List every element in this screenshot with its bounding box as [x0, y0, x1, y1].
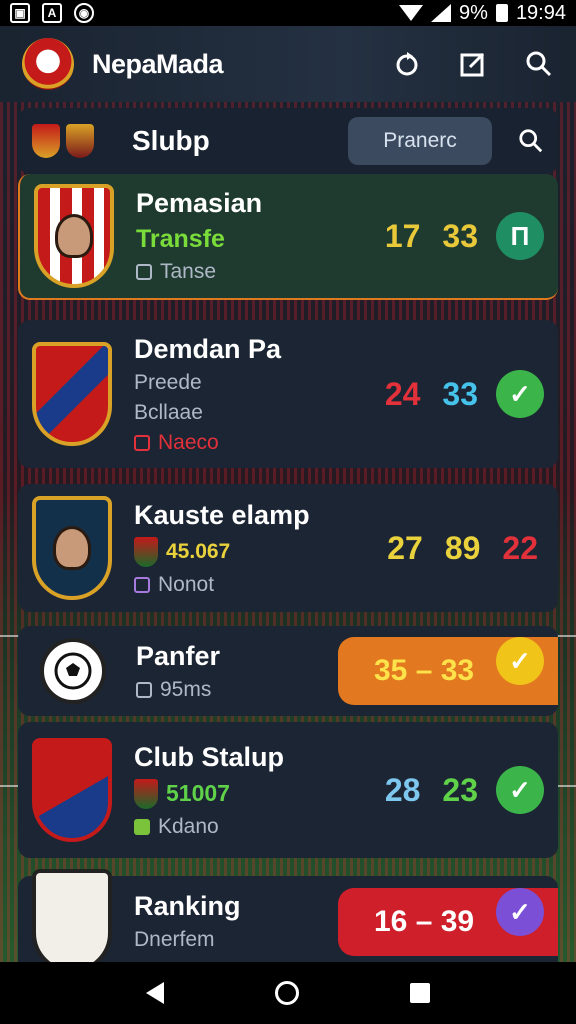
score-pill[interactable]: 16 – 39 ✓ [338, 888, 558, 956]
check-button[interactable]: ✓ [496, 888, 544, 936]
check-button[interactable]: ✓ [496, 637, 544, 685]
clock: 19:94 [515, 1, 566, 24]
player-avatar [55, 214, 93, 258]
search-icon [519, 129, 543, 153]
refresh-button[interactable] [392, 49, 422, 79]
score-text: 35 – 33 [374, 654, 475, 687]
score-value: 17 [384, 217, 421, 254]
navigation-bar [0, 962, 576, 1024]
list-item[interactable]: Club Stalup 51007 Kdano 28 23 ✓ [18, 722, 558, 858]
item-subtitle: 45.067 [166, 539, 231, 563]
edit-icon [460, 52, 485, 77]
score-value: 24 [384, 375, 421, 412]
search-icon [526, 51, 552, 77]
app-title: NepaMada [92, 48, 224, 79]
item-note: Naeco [158, 430, 219, 454]
lock-icon [136, 681, 152, 698]
list-item[interactable]: Pemasian Transfe Tanse 17 33 П [18, 174, 558, 300]
check-button[interactable]: ✓ [496, 370, 544, 418]
score-value: 22 [502, 529, 538, 566]
item-subtitle: 51007 [166, 780, 230, 806]
home-icon[interactable] [274, 981, 299, 1005]
back-icon[interactable] [145, 982, 164, 1004]
crest-icon [134, 778, 158, 809]
list-item[interactable]: Demdan Pa Preede Bcllaae Naeco 24 33 ✓ [18, 320, 558, 468]
filter-chip[interactable]: Pranerc [348, 117, 492, 165]
player-avatar [53, 526, 91, 570]
list-item[interactable]: Panfer 95ms 35 – 33 ✓ [18, 626, 558, 716]
club-badge [32, 738, 112, 842]
section-search-button[interactable] [492, 128, 544, 154]
check-button[interactable]: ✓ [496, 766, 544, 814]
score-value: 33 [442, 217, 478, 254]
club-badge [32, 869, 112, 973]
lock-icon [136, 264, 152, 280]
a-icon: A [42, 3, 62, 23]
refresh-icon [396, 52, 418, 76]
football-icon [54, 652, 92, 690]
section-header: Slubp Pranerc [18, 108, 558, 174]
crest-icon [66, 124, 94, 158]
item-detail: Kdano [158, 814, 219, 838]
crest-icon [134, 536, 158, 567]
item-title: Club Stalup [134, 741, 284, 772]
edit-button[interactable] [458, 49, 488, 79]
recents-icon[interactable] [410, 983, 431, 1003]
battery-icon [495, 4, 508, 22]
item-detail: Nonot [158, 572, 215, 596]
score-value: 23 [442, 771, 478, 808]
club-badge [32, 342, 112, 446]
item-subtitle: 95ms [160, 677, 212, 701]
score-text: 16 – 39 [374, 905, 475, 938]
item-detail: Bcllaae [134, 400, 203, 424]
score-pill[interactable]: 35 – 33 ✓ [338, 637, 558, 705]
ball-badge [40, 638, 106, 704]
crest-icon [32, 124, 60, 158]
status-button[interactable]: П [496, 212, 544, 260]
wifi-icon [399, 5, 424, 21]
item-title: Kauste elamp [134, 499, 310, 530]
card-icon [134, 818, 150, 835]
item-subtitle: Transfe [136, 225, 225, 253]
club-crest-logo[interactable] [22, 38, 74, 90]
score-value: 89 [444, 529, 481, 566]
battery-text: 9% [459, 1, 488, 24]
card-icon [134, 576, 150, 593]
item-title: Pemasian [136, 188, 263, 218]
score-value: 28 [384, 771, 421, 808]
signal-icon [431, 4, 452, 22]
player-badge [34, 184, 114, 288]
section-title: Slubp [132, 125, 210, 156]
item-subtitle: Preede [134, 370, 202, 394]
list-item[interactable]: Ranking Dnerfem 16 – 39 ✓ [18, 869, 558, 973]
player-badge [32, 496, 112, 600]
item-detail: Tanse [160, 260, 217, 283]
card-icon [134, 434, 150, 451]
score-value: 33 [442, 375, 478, 412]
search-button[interactable] [524, 49, 554, 79]
app-bar: NepaMada [0, 26, 576, 102]
image-icon: ▣ [10, 3, 30, 23]
item-title: Demdan Pa [134, 333, 282, 364]
list-item[interactable]: Kauste elamp 45.067 Nonot 27 89 22 [18, 484, 558, 612]
circle-icon: ◉ [74, 3, 94, 23]
status-bar: ▣ A ◉ 9% 19:94 [0, 0, 576, 26]
score-value: 27 [387, 529, 423, 566]
